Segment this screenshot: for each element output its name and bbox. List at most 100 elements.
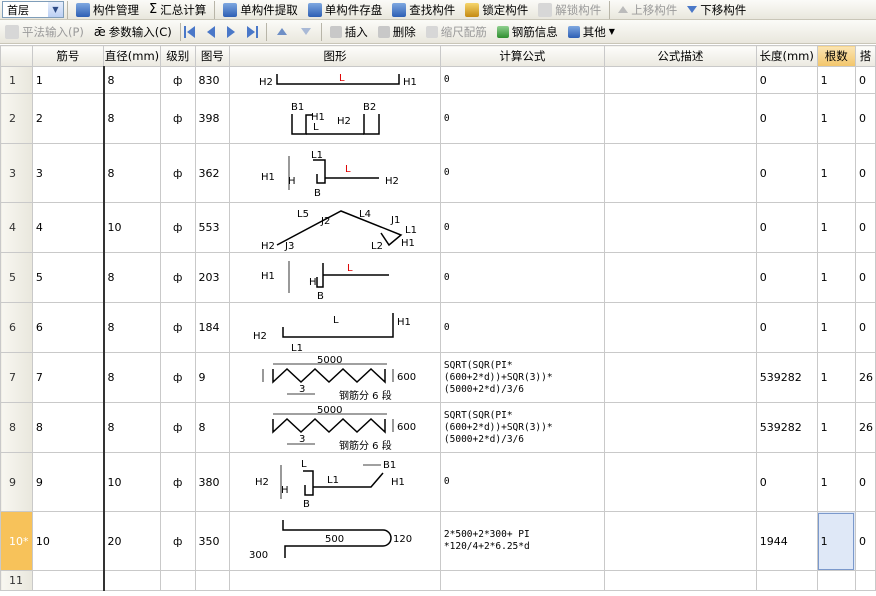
- cell-lap[interactable]: 0: [854, 143, 876, 203]
- table-row[interactable]: 10* 10 20 ф 350 500 120 300 2*500+2*300+…: [0, 511, 876, 571]
- row-header[interactable]: 3: [0, 143, 33, 203]
- cell-formula-desc[interactable]: [603, 452, 757, 512]
- row-down-icon[interactable]: [300, 28, 311, 35]
- cell-lap[interactable]: 0: [854, 202, 876, 253]
- cell-grade[interactable]: ф: [159, 202, 196, 253]
- cell-formula-desc[interactable]: [603, 93, 757, 144]
- cell-shape[interactable]: [229, 570, 441, 591]
- table-row[interactable]: 1 1 8 ф 830 H2 L H1 0 0 1 0: [0, 66, 876, 94]
- cell-count[interactable]: 1: [816, 352, 856, 403]
- cell-figure[interactable]: 184: [194, 302, 231, 353]
- row-header[interactable]: 10*: [0, 511, 33, 571]
- cell-grade[interactable]: ф: [159, 302, 196, 353]
- insert-button[interactable]: 插入: [325, 22, 373, 42]
- cell-lap[interactable]: [854, 570, 876, 591]
- cell-no[interactable]: 10: [31, 511, 105, 571]
- cell-grade[interactable]: ф: [159, 252, 196, 303]
- first-record-icon[interactable]: [186, 25, 195, 38]
- cell-shape[interactable]: B1 B2 H1 L H2: [229, 93, 441, 144]
- cell-formula-desc[interactable]: [603, 352, 757, 403]
- cell-lap[interactable]: 26: [854, 402, 876, 453]
- cell-formula-desc[interactable]: [603, 143, 757, 203]
- first-record-bar-icon[interactable]: [183, 25, 186, 38]
- cell-no[interactable]: 1: [31, 66, 105, 94]
- other-menu-button[interactable]: 其他 ▼: [563, 22, 620, 42]
- plan-input-button[interactable]: 平法输入(P): [0, 22, 89, 42]
- cell-shape[interactable]: H2 L H1: [229, 66, 441, 94]
- cell-diameter[interactable]: 8: [102, 143, 161, 203]
- rebar-info-button[interactable]: 钢筋信息: [492, 22, 563, 42]
- cell-formula-desc[interactable]: [603, 302, 757, 353]
- unlock-component-button[interactable]: 解锁构件: [533, 0, 606, 20]
- table-row[interactable]: 8 8 8 ф 8 5000 600 3 钢筋分 6 段 SQRT(SQR(PI…: [0, 402, 876, 453]
- cell-figure[interactable]: 350: [194, 511, 231, 571]
- cell-grade[interactable]: ф: [159, 452, 196, 512]
- cell-count[interactable]: 1: [816, 302, 856, 353]
- cell-count[interactable]: 1: [816, 143, 856, 203]
- cell-no[interactable]: 3: [31, 143, 105, 203]
- cell-diameter[interactable]: 8: [102, 93, 161, 144]
- row-header[interactable]: 8: [0, 402, 33, 453]
- col-header-count[interactable]: 根数: [816, 45, 856, 67]
- cell-grade[interactable]: ф: [159, 66, 196, 94]
- cell-diameter[interactable]: 10: [102, 452, 161, 512]
- cell-figure[interactable]: 830: [194, 66, 231, 94]
- last-record-bar-icon[interactable]: [255, 25, 258, 38]
- cell-formula[interactable]: 0: [439, 202, 605, 253]
- cell-no[interactable]: 7: [31, 352, 105, 403]
- move-down-button[interactable]: 下移构件: [682, 0, 751, 20]
- move-up-button[interactable]: 上移构件: [613, 0, 682, 20]
- cell-no[interactable]: 4: [31, 202, 105, 253]
- table-row[interactable]: 7 7 8 ф 9 5000 600 3 钢筋分 6 段 SQRT(SQR(PI…: [0, 352, 876, 403]
- cell-diameter[interactable]: [102, 570, 161, 591]
- prev-record-icon[interactable]: [206, 25, 215, 38]
- cell-length[interactable]: 0: [755, 66, 818, 94]
- cell-formula-desc[interactable]: [603, 252, 757, 303]
- cell-formula[interactable]: [439, 570, 605, 591]
- cell-count[interactable]: 1: [816, 202, 856, 253]
- cell-no[interactable]: [31, 570, 105, 591]
- scale-rebar-button[interactable]: 缩尺配筋: [421, 22, 492, 42]
- cell-formula[interactable]: 0: [439, 66, 605, 94]
- cell-figure[interactable]: 362: [194, 143, 231, 203]
- cell-formula-desc[interactable]: [603, 202, 757, 253]
- cell-grade[interactable]: ф: [159, 352, 196, 403]
- cell-count[interactable]: 1: [816, 452, 856, 512]
- table-row[interactable]: 11: [0, 570, 876, 591]
- cell-grade[interactable]: ф: [159, 93, 196, 144]
- cell-length[interactable]: [755, 570, 818, 591]
- col-header-formula-desc[interactable]: 公式描述: [603, 45, 757, 67]
- cell-formula-desc[interactable]: [603, 511, 757, 571]
- cell-figure[interactable]: 8: [194, 402, 231, 453]
- cell-count[interactable]: 1: [816, 252, 856, 303]
- table-row[interactable]: 2 2 8 ф 398 B1 B2 H1 L H2 0 0 1 0: [0, 93, 876, 144]
- cell-figure[interactable]: 9: [194, 352, 231, 403]
- cell-length[interactable]: 0: [755, 452, 818, 512]
- cell-lap[interactable]: 0: [854, 93, 876, 144]
- cell-figure[interactable]: 553: [194, 202, 231, 253]
- cell-length[interactable]: 539282: [755, 402, 818, 453]
- cell-shape[interactable]: L1 L H1 H B H2: [229, 143, 441, 203]
- cell-lap[interactable]: 0: [854, 452, 876, 512]
- cell-shape[interactable]: 500 120 300: [229, 511, 441, 571]
- cell-length[interactable]: 539282: [755, 352, 818, 403]
- row-header[interactable]: 5: [0, 252, 33, 303]
- cell-length[interactable]: 0: [755, 143, 818, 203]
- cell-count[interactable]: 1: [816, 66, 856, 94]
- row-header[interactable]: 7: [0, 352, 33, 403]
- cell-lap[interactable]: 0: [854, 66, 876, 94]
- cell-shape[interactable]: 5000 600 3 钢筋分 6 段: [229, 402, 441, 453]
- cell-no[interactable]: 5: [31, 252, 105, 303]
- cell-shape[interactable]: H1 H B L: [229, 252, 441, 303]
- cell-count-selected[interactable]: 1: [816, 511, 856, 571]
- cell-grade[interactable]: ф: [159, 143, 196, 203]
- cell-length[interactable]: 1944: [755, 511, 818, 571]
- cell-lap[interactable]: 26: [854, 352, 876, 403]
- cell-formula[interactable]: 0: [439, 252, 605, 303]
- col-header-figure[interactable]: 图号: [194, 45, 231, 67]
- cell-formula[interactable]: 2*500+2*300+ PI *120/4+2*6.25*d: [439, 511, 605, 571]
- cell-formula[interactable]: SQRT(SQR(PI*(600+2*d))+SQR(3))*(5000+2*d…: [439, 352, 605, 403]
- cell-diameter[interactable]: 8: [102, 252, 161, 303]
- cell-diameter[interactable]: 10: [102, 202, 161, 253]
- col-header-diameter[interactable]: 直径(mm): [103, 45, 161, 67]
